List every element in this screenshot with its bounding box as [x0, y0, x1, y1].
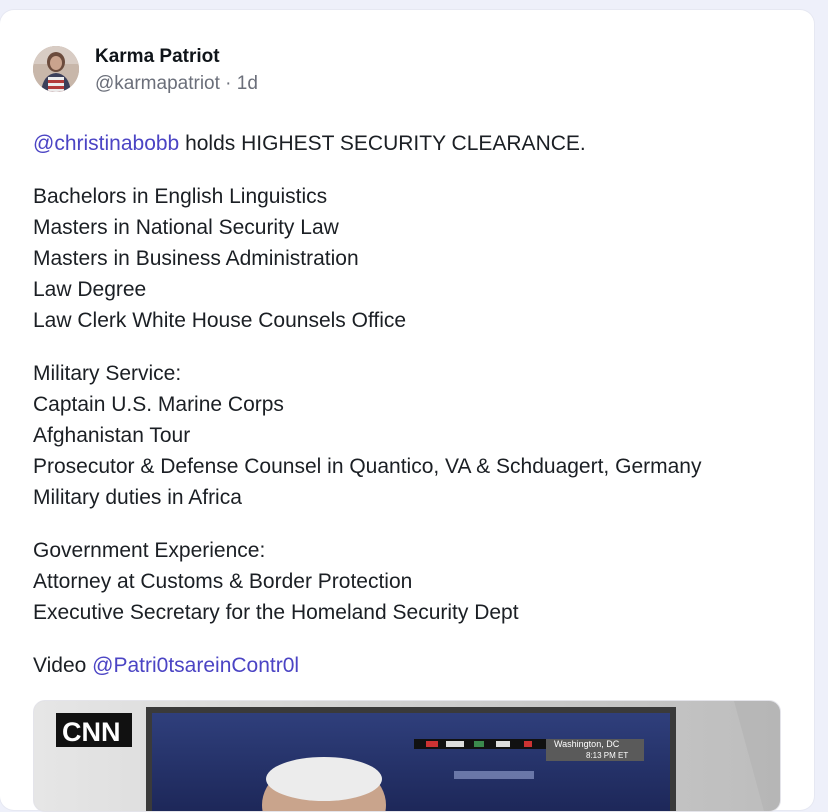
- education-line: Masters in Business Administration: [33, 247, 359, 270]
- military-heading: Military Service:: [33, 362, 182, 385]
- post-header: Karma Patriot @karmapatriot · 1d: [33, 46, 258, 97]
- author-block: Karma Patriot @karmapatriot · 1d: [95, 46, 258, 97]
- avatar[interactable]: [33, 46, 79, 92]
- video-paragraph: Video @Patri0tsareinContr0l: [33, 650, 793, 681]
- author-meta: @karmapatriot · 1d: [95, 71, 258, 97]
- education-paragraph: Bachelors in English Linguistics Masters…: [33, 181, 793, 336]
- mention-link-christinabobb[interactable]: @christinabobb: [33, 132, 179, 155]
- military-line: Afghanistan Tour: [33, 424, 191, 447]
- meta-separator: ·: [225, 73, 232, 94]
- intro-paragraph: @christinabobb holds HIGHEST SECURITY CL…: [33, 128, 793, 159]
- author-handle[interactable]: @karmapatriot: [95, 73, 220, 94]
- video-frame: CNN Washington, DC 8:13 PM ET: [34, 701, 780, 811]
- intro-text: holds HIGHEST SECURITY CLEARANCE.: [179, 132, 586, 155]
- post-card: Karma Patriot @karmapatriot · 1d @christ…: [0, 10, 814, 812]
- location-text: Washington, DC: [554, 739, 620, 749]
- mention-link-patri0tsareincontr0l[interactable]: @Patri0tsareinContr0l: [92, 654, 299, 677]
- military-line: Prosecutor & Defense Counsel in Quantico…: [33, 455, 702, 478]
- cnn-logo-text: CNN: [62, 717, 121, 747]
- post-age[interactable]: 1d: [237, 73, 258, 94]
- video-prefix: Video: [33, 654, 93, 677]
- government-line: Executive Secretary for the Homeland Sec…: [33, 601, 519, 624]
- avatar-image: [33, 46, 79, 92]
- time-text: 8:13 PM ET: [586, 751, 628, 760]
- author-display-name[interactable]: Karma Patriot: [95, 46, 258, 68]
- government-paragraph: Government Experience: Attorney at Custo…: [33, 535, 793, 628]
- education-line: Bachelors in English Linguistics: [33, 185, 328, 208]
- government-heading: Government Experience:: [33, 539, 266, 562]
- military-line: Military duties in Africa: [33, 486, 242, 509]
- education-line: Masters in National Security Law: [33, 216, 339, 239]
- video-thumbnail[interactable]: CNN Washington, DC 8:13 PM ET: [33, 700, 781, 812]
- military-line: Captain U.S. Marine Corps: [33, 393, 284, 416]
- post-body: @christinabobb holds HIGHEST SECURITY CL…: [33, 128, 793, 703]
- education-line: Law Degree: [33, 278, 147, 301]
- education-line: Law Clerk White House Counsels Office: [33, 309, 407, 332]
- government-line: Attorney at Customs & Border Protection: [33, 570, 413, 593]
- military-paragraph: Military Service: Captain U.S. Marine Co…: [33, 358, 793, 513]
